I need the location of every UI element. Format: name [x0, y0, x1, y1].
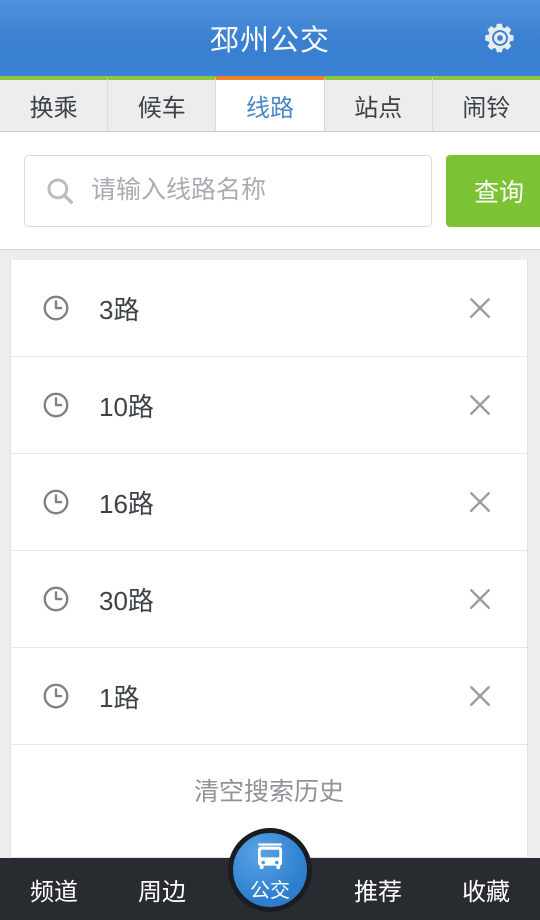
tab-xianlu[interactable]: 线路 [215, 76, 325, 131]
bottom-navbar: 频道 周边 推荐 收藏 公交 [0, 828, 540, 920]
nav-item-shoucang[interactable]: 收藏 [432, 858, 540, 920]
nav-item-pindao[interactable]: 频道 [0, 858, 108, 920]
tab-huancheng[interactable]: 换乘 [0, 76, 109, 131]
tab-houche[interactable]: 候车 [108, 76, 217, 131]
clock-icon [41, 293, 71, 323]
clock-icon [41, 584, 71, 614]
search-section: 查询 [0, 132, 540, 250]
clear-history-label: 清空搜索历史 [193, 778, 344, 806]
close-icon[interactable] [457, 576, 503, 622]
gear-icon [481, 19, 519, 57]
settings-button[interactable] [478, 16, 522, 60]
nav-item-gongjiao[interactable]: 公交 [228, 828, 312, 912]
close-icon[interactable] [457, 479, 503, 525]
page-title: 邳州公交 [209, 25, 330, 57]
history-list-container: 3路 10路 16路 30路 1路 清空搜索历史 [0, 250, 540, 858]
bus-icon [252, 840, 288, 879]
nav-item-label: 周边 [138, 878, 186, 906]
list-item[interactable]: 1路 [11, 648, 527, 745]
list-item[interactable]: 10路 [11, 357, 527, 454]
tab-zhandian[interactable]: 站点 [324, 76, 433, 131]
nav-item-label: 推荐 [354, 878, 402, 906]
app-root: 邳州公交 换乘 候车 线路 站点 闹铃 请输入线路名称 查询 3路 10路 16… [0, 0, 540, 920]
tab-label: 站点 [354, 95, 403, 122]
tab-label: 线路 [246, 95, 294, 122]
nav-item-label: 公交 [250, 879, 290, 902]
search-box[interactable] [24, 154, 432, 227]
app-header: 邳州公交 [0, 0, 540, 76]
close-icon[interactable] [457, 382, 503, 428]
list-item-label: 16路 [99, 488, 154, 519]
tab-label: 候车 [137, 95, 186, 122]
list-item-label: 10路 [99, 391, 154, 422]
clock-icon [41, 487, 71, 517]
clear-history-button[interactable]: 清空搜索历史 [11, 745, 527, 835]
list-item[interactable]: 16路 [11, 454, 527, 551]
nav-item-label: 收藏 [462, 878, 510, 906]
main-tabbar: 换乘 候车 线路 站点 闹铃 [0, 76, 540, 132]
search-icon [43, 174, 77, 208]
tab-label: 闹铃 [462, 95, 511, 122]
nav-item-zhoubian[interactable]: 周边 [108, 858, 216, 920]
list-item-label: 3路 [99, 294, 140, 325]
close-icon[interactable] [457, 673, 503, 719]
close-icon[interactable] [457, 285, 503, 331]
tab-naoling[interactable]: 闹铃 [432, 76, 540, 131]
nav-item-label: 频道 [30, 878, 78, 906]
clock-icon [41, 681, 71, 711]
tab-label: 换乘 [29, 95, 78, 122]
list-item[interactable]: 30路 [11, 551, 527, 648]
list-item[interactable]: 3路 [11, 260, 527, 357]
history-card: 3路 10路 16路 30路 1路 清空搜索历史 [10, 260, 528, 858]
nav-item-tuijian[interactable]: 推荐 [324, 858, 432, 920]
list-item-label: 30路 [99, 585, 154, 616]
clock-icon [41, 390, 71, 420]
search-input[interactable] [91, 176, 413, 205]
list-item-label: 1路 [99, 682, 140, 713]
query-button[interactable]: 查询 [446, 154, 540, 227]
